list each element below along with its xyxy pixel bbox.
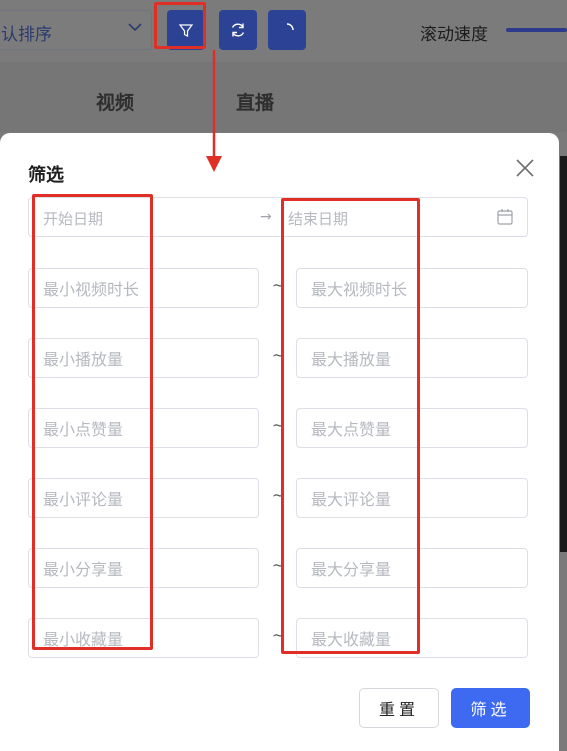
refresh-icon bbox=[231, 23, 245, 37]
scroll-speed-slider[interactable] bbox=[506, 28, 567, 32]
scroll-speed-label: 滚动速度 bbox=[420, 25, 488, 45]
content-tabs: 视频 直播 bbox=[0, 62, 567, 132]
tab-video[interactable]: 视频 bbox=[96, 88, 134, 115]
arrow-right-icon: → bbox=[260, 209, 272, 225]
reset-button[interactable]: 重置 bbox=[359, 688, 439, 728]
loading-icon bbox=[286, 23, 294, 31]
sort-select[interactable]: 认排序 bbox=[0, 10, 152, 50]
video-card bbox=[560, 156, 567, 552]
refresh-button[interactable] bbox=[219, 10, 257, 50]
dialog-title: 筛选 bbox=[28, 165, 64, 186]
calendar-icon bbox=[497, 209, 513, 225]
tab-live[interactable]: 直播 bbox=[236, 88, 274, 115]
annotation-box-min-column bbox=[32, 194, 153, 650]
submit-filter-button[interactable]: 筛选 bbox=[451, 688, 530, 728]
close-icon[interactable] bbox=[514, 157, 536, 179]
annotation-box-max-column bbox=[281, 198, 420, 654]
loading-button[interactable] bbox=[268, 10, 306, 50]
sort-select-value: 认排序 bbox=[1, 25, 52, 45]
toolbar: 认排序 滚动速度 bbox=[0, 0, 567, 62]
chevron-down-icon bbox=[128, 23, 142, 32]
annotation-box-filter-button bbox=[154, 2, 206, 49]
